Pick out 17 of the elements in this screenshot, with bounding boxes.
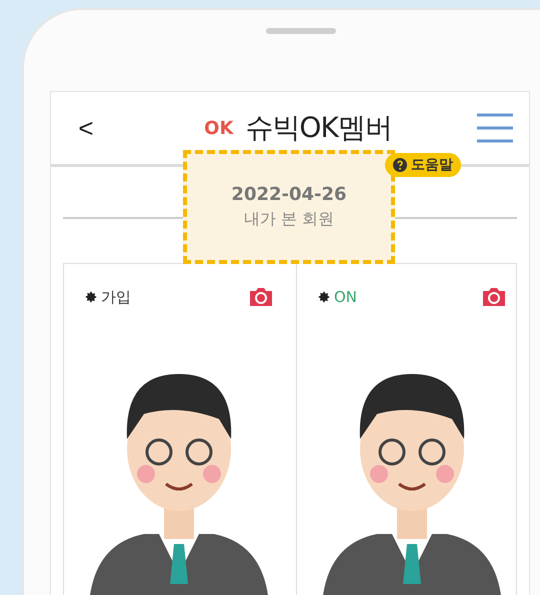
member-card[interactable]: 가입 bbox=[64, 264, 297, 595]
logo: OK bbox=[204, 118, 234, 138]
date-label: 2022-04-26 bbox=[231, 184, 347, 205]
gear-icon bbox=[84, 290, 98, 304]
menu-icon[interactable] bbox=[475, 112, 515, 144]
app-title: 슈빅OK멤버 bbox=[245, 110, 392, 146]
section-label: 내가 본 회원 bbox=[244, 209, 334, 230]
back-button[interactable]: < bbox=[71, 112, 101, 144]
question-icon bbox=[393, 158, 407, 172]
camera-icon[interactable] bbox=[248, 286, 274, 308]
camera-icon[interactable] bbox=[481, 286, 507, 308]
speaker-slot bbox=[266, 28, 336, 34]
help-badge[interactable]: 도움말 bbox=[385, 153, 461, 177]
help-label: 도움말 bbox=[411, 156, 453, 174]
gear-icon bbox=[317, 290, 331, 304]
member-status: ON bbox=[317, 288, 358, 306]
member-status: 가입 bbox=[84, 288, 131, 306]
